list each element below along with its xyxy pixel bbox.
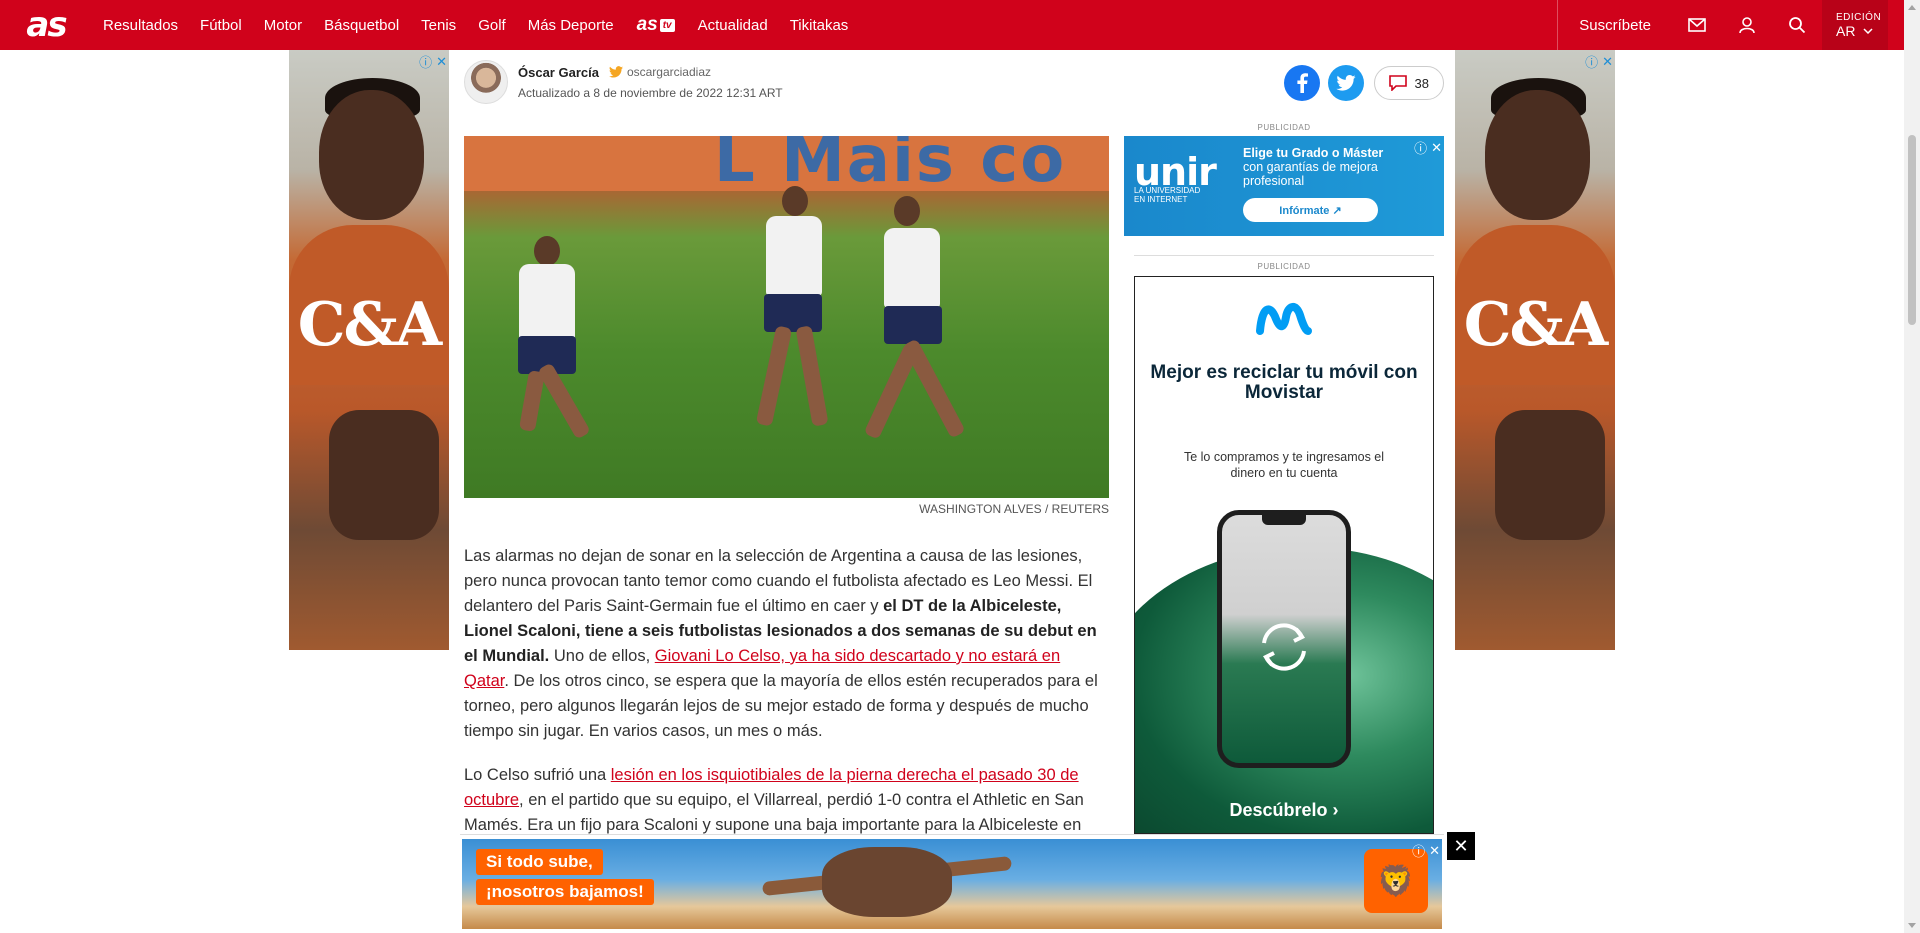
chevron-down-icon [1863, 27, 1873, 34]
ad-choices[interactable]: ⓘ ✕ [419, 52, 447, 71]
handle-text: oscargarciadiaz [626, 65, 711, 79]
adchoices-icon[interactable]: ⓘ [419, 52, 432, 71]
ing-ad-banner[interactable]: Si todo sube, ¡nosotros bajamos! 🦁 ⓘ ✕ [462, 839, 1442, 929]
twitter-icon [1335, 75, 1356, 91]
nav-item-actualidad[interactable]: Actualidad [687, 0, 779, 50]
ad-close-icon[interactable]: ✕ [1602, 54, 1613, 70]
article-paragraph: Lo Celso sufrió una lesión en los isquio… [464, 763, 1109, 838]
nav-item-basquetbol[interactable]: Básquetbol [313, 0, 410, 50]
nav-item-resultados[interactable]: Resultados [92, 0, 189, 50]
bottom-sticky-ad[interactable]: Si todo sube, ¡nosotros bajamos! 🦁 ⓘ ✕ [460, 834, 1444, 933]
unir-subtitle: LA UNIVERSIDAD EN INTERNET [1134, 186, 1201, 204]
publicidad-label: PUBLICIDAD [1257, 262, 1311, 271]
nav-item-golf[interactable]: Golf [467, 0, 517, 50]
as-logo[interactable]: as [0, 0, 92, 50]
scroll-thumb[interactable] [1908, 135, 1916, 325]
right-side-ad[interactable]: C&A ⓘ ✕ [1455, 50, 1615, 650]
article-body: Las alarmas no dejan de sonar en la sele… [464, 544, 1109, 857]
ad-face-shape [319, 90, 424, 220]
text-run: . De los otros cinco, se espera que la m… [464, 672, 1098, 740]
ad-close-icon[interactable]: ✕ [436, 54, 447, 70]
ca-brand-logo: C&A [1463, 290, 1608, 360]
search-icon[interactable] [1772, 0, 1822, 50]
edition-label: EDICIÓN [1836, 11, 1882, 23]
edition-value: AR [1836, 22, 1856, 39]
ad-hands-shape [329, 410, 439, 540]
user-icon[interactable] [1722, 0, 1772, 50]
ad-close-icon[interactable]: ✕ [1429, 843, 1440, 859]
publicidad-label: PUBLICIDAD [1257, 123, 1311, 132]
comment-count: 38 [1414, 75, 1429, 91]
movistar-subtitle: Te lo compramos y te ingresamos el diner… [1183, 450, 1385, 480]
photo-caption: WASHINGTON ALVES / REUTERS [919, 502, 1109, 516]
twitter-bird-icon [608, 66, 623, 78]
text-run: Uno de ellos, [549, 647, 655, 665]
close-sticky-ad-button[interactable]: ✕ [1447, 832, 1475, 860]
twitter-share-button[interactable] [1327, 65, 1364, 101]
ad-choices[interactable]: ⓘ ✕ [1585, 52, 1613, 71]
top-navigation: as Resultados Fútbol Motor Básquetbol Te… [0, 0, 1904, 50]
nav-item-futbol[interactable]: Fútbol [189, 0, 253, 50]
article-paragraph: Las alarmas no dejan de sonar en la sele… [464, 544, 1109, 744]
subscribe-button[interactable]: Suscríbete [1557, 0, 1672, 50]
astv-logo[interactable]: as tv [625, 0, 687, 50]
unir-ad[interactable]: unir LA UNIVERSIDAD EN INTERNET Elige tu … [1124, 136, 1444, 236]
facebook-icon [1296, 73, 1308, 93]
ad-choices[interactable]: ⓘ ✕ [1412, 841, 1440, 860]
comment-icon [1388, 75, 1407, 91]
astv-badge: tv [659, 18, 675, 32]
ad-divider [1134, 255, 1434, 256]
ad-face-shape [1485, 90, 1590, 220]
author-avatar[interactable] [464, 60, 508, 104]
adchoices-icon[interactable]: ⓘ [1412, 841, 1425, 860]
facebook-share-button[interactable] [1283, 65, 1320, 101]
nav-item-motor[interactable]: Motor [253, 0, 313, 50]
author-name[interactable]: Óscar García [518, 65, 599, 80]
page-scrollbar[interactable] [1904, 0, 1920, 933]
nav-item-tenis[interactable]: Tenis [410, 0, 467, 50]
nav-right-group: Suscríbete EDICIÓN AR [1557, 0, 1888, 50]
astv-logo-text: as [636, 14, 658, 35]
movistar-ad[interactable]: Mejor es reciclar tu móvil con Movistar … [1134, 276, 1434, 834]
adchoices-icon[interactable]: ⓘ [1414, 138, 1427, 157]
ad-skydiver-shape [822, 847, 952, 917]
movistar-logo-icon [1135, 297, 1433, 342]
phone-illustration [1217, 510, 1351, 768]
ad-headline-line2: ¡nosotros bajamos! [476, 879, 654, 905]
author-block: Óscar García oscargarciadiaz Actualizado… [464, 60, 783, 104]
ad-choices[interactable]: ⓘ ✕ [1414, 138, 1442, 157]
text-run: Lo Celso sufrió una [464, 766, 611, 784]
author-twitter-handle[interactable]: oscargarciadiaz [608, 65, 711, 79]
left-side-ad[interactable]: C&A ⓘ ✕ [289, 50, 449, 650]
share-bar: 38 [1283, 65, 1444, 101]
unir-cta-button[interactable]: Infórmate ↗ [1243, 198, 1378, 222]
photo-banner-text: L Mais co [464, 136, 1109, 191]
ca-brand-logo: C&A [297, 290, 442, 360]
mail-icon[interactable] [1672, 0, 1722, 50]
comments-button[interactable]: 38 [1373, 66, 1444, 100]
nav-item-mas-deporte[interactable]: Más Deporte [517, 0, 625, 50]
text-run: , en el partido que su equipo, el Villar… [464, 791, 1084, 834]
updated-timestamp: Actualizado a 8 de noviembre de 2022 12:… [518, 85, 783, 100]
ad-headline-line1: Si todo sube, [476, 849, 603, 875]
adchoices-icon[interactable]: ⓘ [1585, 52, 1598, 71]
scroll-up-arrow[interactable] [1908, 5, 1916, 10]
nav-item-tikitakas[interactable]: Tikitakas [779, 0, 860, 50]
edition-selector[interactable]: EDICIÓN AR [1822, 0, 1888, 50]
ad-close-icon[interactable]: ✕ [1431, 140, 1442, 156]
movistar-cta[interactable]: Descúbrelo › [1135, 800, 1433, 821]
ad-hands-shape [1495, 410, 1605, 540]
movistar-title: Mejor es reciclar tu móvil con Movistar [1150, 362, 1418, 403]
scroll-down-arrow[interactable] [1908, 923, 1916, 928]
recycle-arrows-icon [1262, 623, 1306, 671]
article-photo[interactable]: L Mais co [464, 136, 1109, 498]
unir-text: Elige tu Grado o Máster con garantías de … [1243, 146, 1384, 188]
